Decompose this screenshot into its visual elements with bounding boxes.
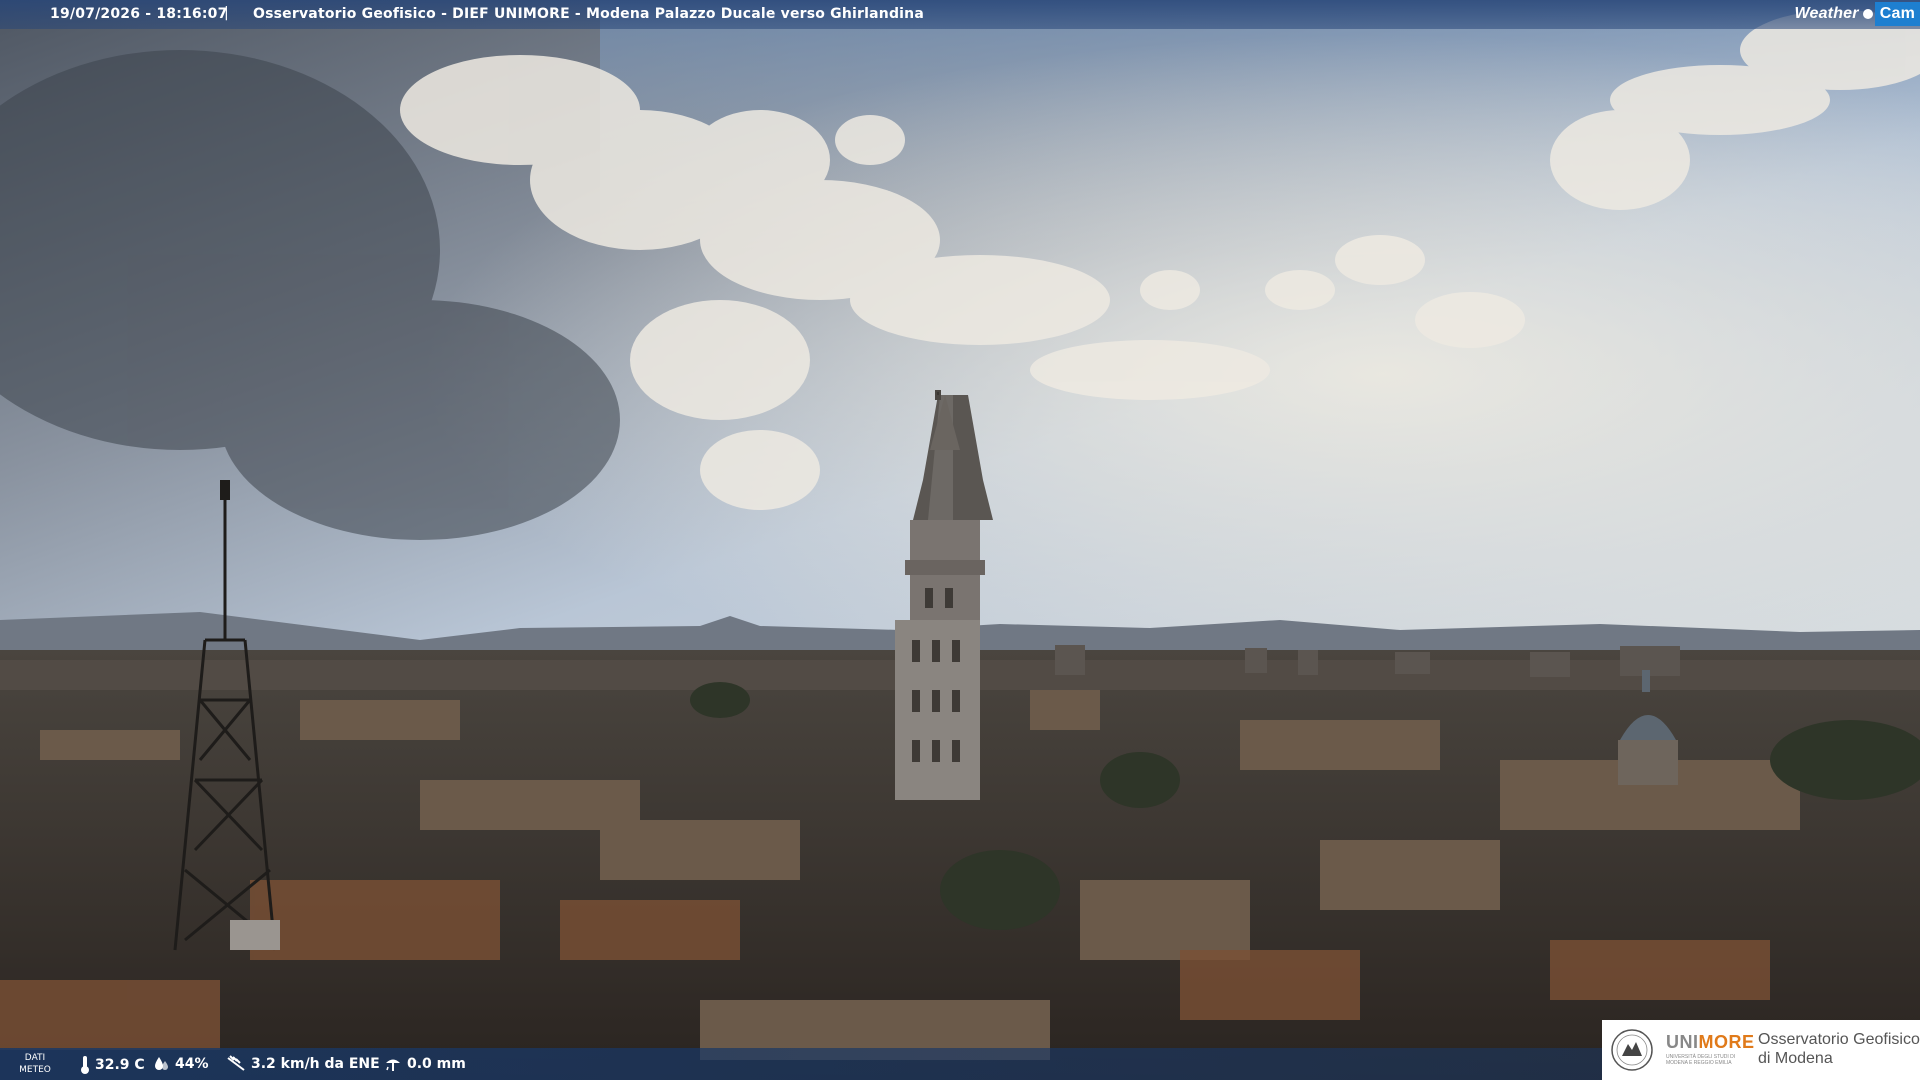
weather-data-bar: DATI METEO 32.9 C 44% 3.2 km/h da ENE 0.…	[0, 1048, 1602, 1080]
weather-label-line1: DATI	[24, 1053, 46, 1063]
unimore-more-text: MORE	[1698, 1032, 1755, 1052]
title-separator: |	[224, 5, 229, 21]
weathercam-logo[interactable]: Weather Cam	[1794, 0, 1920, 27]
unimore-uni-text: UNI	[1666, 1032, 1699, 1052]
humidity-value: 44%	[175, 1056, 209, 1072]
rain-reading: 0.0 mm	[384, 1055, 466, 1073]
unimore-logo[interactable]: UNIMORE UNIVERSITÀ DEGLI STUDI DI MODENA…	[1602, 1020, 1920, 1080]
wind-reading: 3.2 km/h da ENE	[226, 1055, 380, 1073]
university-subtitle: UNIVERSITÀ DEGLI STUDI DI MODENA E REGGI…	[1666, 1054, 1736, 1066]
wind-icon	[227, 1055, 245, 1071]
weather-data-label: DATI METEO	[16, 1052, 54, 1076]
rain-gauge-icon	[386, 1059, 400, 1071]
camera-title: Osservatorio Geofisico - DIEF UNIMORE - …	[253, 6, 924, 22]
brand-dot-icon	[1862, 8, 1873, 19]
temperature-value: 32.9 C	[95, 1057, 145, 1073]
droplet-icon	[155, 1057, 168, 1070]
webcam-scene	[0, 0, 1920, 1080]
thermometer-icon	[81, 1056, 89, 1074]
weather-label-line2: METEO	[19, 1065, 51, 1075]
rain-value: 0.0 mm	[407, 1056, 466, 1072]
observatory-line2: di Modena	[1758, 1050, 1833, 1067]
humidity-reading: 44%	[152, 1055, 209, 1073]
unimore-wordmark: UNIMORE	[1666, 1032, 1755, 1053]
university-seal-icon	[1611, 1029, 1653, 1071]
temperature-reading: 32.9 C	[80, 1055, 145, 1075]
brand-cam-text: Cam	[1874, 1, 1920, 26]
timestamp: 19/07/2026 - 18:16:07	[50, 6, 228, 22]
observatory-name: Osservatorio Geofisico di Modena	[1758, 1030, 1920, 1068]
wind-value: 3.2 km/h da ENE	[251, 1056, 380, 1072]
top-info-bar: 19/07/2026 - 18:16:07 | Osservatorio Geo…	[0, 0, 1920, 29]
observatory-line1: Osservatorio Geofisico	[1758, 1031, 1920, 1048]
brand-weather-text: Weather	[1794, 4, 1859, 22]
